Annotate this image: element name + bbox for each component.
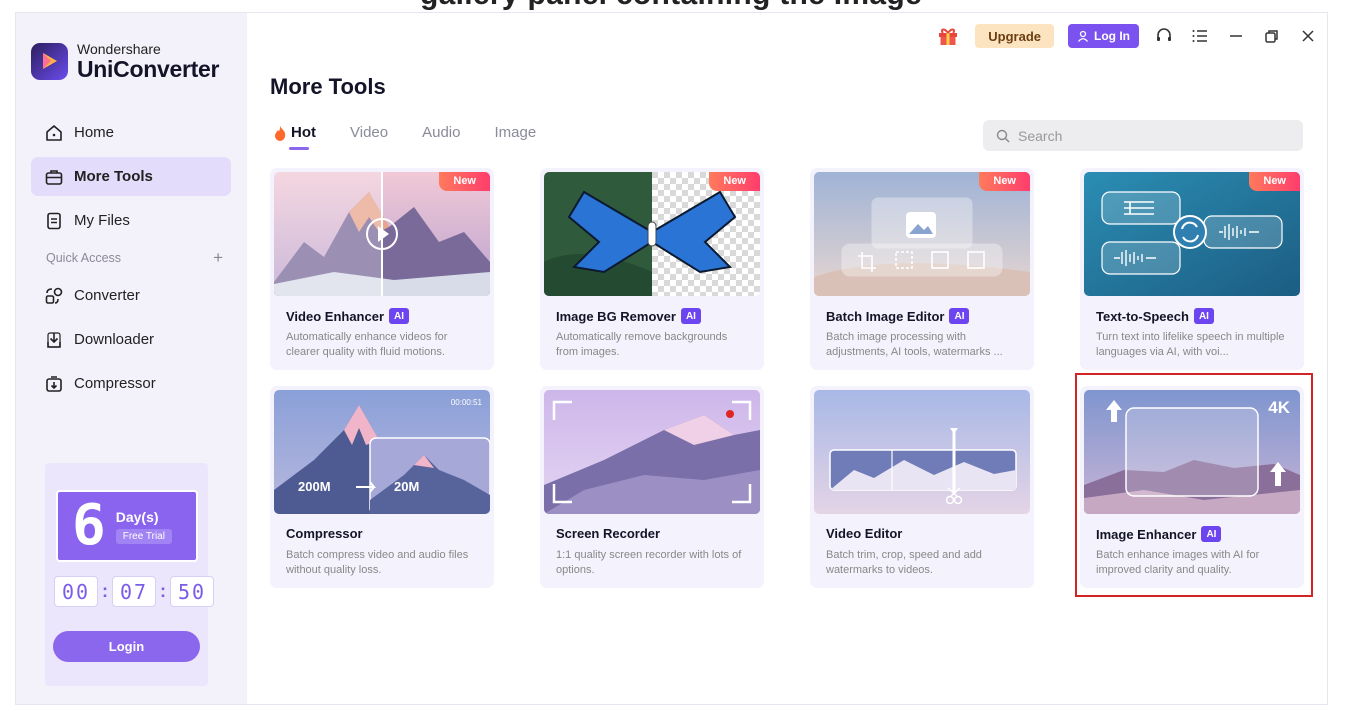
sidebar-item-label: Downloader	[74, 331, 155, 348]
sidebar: Wondershare UniConverter Home More Tools…	[16, 13, 247, 704]
sidebar-item-label: Converter	[74, 287, 140, 304]
login-label: Log In	[1094, 29, 1130, 43]
countdown-minutes: 07	[112, 576, 156, 607]
card-title: Screen Recorder	[556, 526, 661, 541]
sidebar-item-label: Compressor	[74, 375, 156, 392]
tab-image[interactable]: Image	[494, 124, 536, 141]
trial-days-label: Day(s)	[115, 508, 159, 525]
sidebar-item-more-tools[interactable]: More Tools	[31, 157, 231, 196]
quick-access-header: Quick Access +	[31, 245, 231, 271]
sidebar-item-converter[interactable]: Converter	[31, 276, 231, 315]
restore-icon[interactable]	[1261, 25, 1283, 47]
card-video-editor[interactable]: Video Editor Batch trim, crop, speed and…	[810, 386, 1034, 588]
trial-login-button[interactable]: Login	[53, 631, 200, 662]
card-description: Batch compress video and audio files wit…	[286, 549, 469, 576]
card-description: Batch trim, crop, speed and add watermar…	[826, 549, 982, 576]
gift-icon[interactable]	[935, 23, 961, 49]
compressor-icon	[46, 375, 62, 392]
new-badge: New	[1249, 172, 1300, 191]
app-window: Wondershare UniConverter Home More Tools…	[15, 12, 1328, 705]
top-caption: gallery panel containing the Image	[420, 0, 922, 12]
video-editor-thumbnail	[814, 390, 1030, 514]
card-title: Video Editor	[826, 526, 903, 541]
card-description: 1:1 quality screen recorder with lots of…	[556, 549, 742, 576]
card-batch-image-editor[interactable]: New Batch Image Editor AI Batch image pro…	[810, 168, 1034, 370]
file-icon	[47, 212, 61, 229]
card-title: Compressor	[286, 526, 363, 541]
add-quick-access-button[interactable]: +	[213, 248, 223, 268]
page-title: More Tools	[270, 74, 386, 99]
sidebar-item-downloader[interactable]: Downloader	[31, 320, 231, 359]
new-badge: New	[439, 172, 490, 191]
sidebar-item-label: My Files	[74, 212, 130, 229]
trial-days-number: 6	[72, 493, 106, 558]
sidebar-item-home[interactable]: Home	[31, 113, 231, 152]
downloader-icon	[47, 331, 61, 348]
card-title: Image BG Remover	[556, 308, 676, 324]
card-image-bg-remover[interactable]: New Image BG Remover AI Automatically rem…	[540, 168, 764, 370]
ai-badge: AI	[389, 308, 410, 324]
card-description: Batch image processing with adjustments,…	[826, 331, 1003, 358]
ai-badge: AI	[1193, 308, 1214, 324]
brand-company: Wondershare	[77, 41, 161, 57]
card-title: Video Enhancer	[286, 308, 385, 324]
user-icon	[1077, 30, 1089, 42]
search-placeholder: Search	[1018, 127, 1063, 144]
card-description: Automatically remove backgrounds from im…	[556, 331, 728, 358]
trial-panel: 6 Day(s) Free Trial 00 : 07 : 50 Login	[45, 463, 214, 686]
card-video-enhancer[interactable]: New Video Enhancer AI Automatically enhan…	[270, 168, 494, 370]
menu-list-icon[interactable]	[1189, 25, 1211, 47]
ai-badge: AI	[949, 308, 970, 324]
tab-video[interactable]: Video	[350, 124, 388, 141]
brand: Wondershare UniConverter	[31, 41, 219, 81]
trial-days-box: 6 Day(s) Free Trial	[56, 490, 198, 562]
sidebar-item-compressor[interactable]: Compressor	[31, 364, 231, 403]
flame-icon	[275, 125, 286, 141]
card-screen-recorder[interactable]: Screen Recorder 1:1 quality screen recor…	[540, 386, 764, 588]
card-compressor[interactable]: 200M 20M 00:00:51 Compressor Batch compr…	[270, 386, 494, 588]
close-icon[interactable]	[1297, 25, 1319, 47]
tab-hot[interactable]: Hot	[273, 124, 316, 150]
uniconverter-logo-icon	[31, 42, 68, 80]
free-trial-badge: Free Trial	[115, 528, 172, 544]
new-badge: New	[979, 172, 1030, 191]
minimize-icon[interactable]	[1225, 25, 1247, 47]
trial-countdown: 00 : 07 : 50	[54, 576, 214, 607]
login-button[interactable]: Log In	[1068, 24, 1139, 48]
category-tabs: Hot Video Audio Image	[273, 124, 536, 150]
headset-icon[interactable]	[1153, 25, 1175, 47]
search-icon	[996, 129, 1010, 142]
card-text-to-speech[interactable]: New Text-to-Speech AI Turn text into life…	[1080, 168, 1304, 370]
search-input[interactable]: Search	[983, 120, 1303, 151]
card-title: Batch Image Editor	[826, 308, 945, 324]
title-bar: Upgrade Log In	[935, 23, 1319, 49]
sidebar-item-label: Home	[74, 124, 115, 141]
brand-product: UniConverter	[77, 56, 220, 82]
compressor-original-size: 200M	[298, 479, 331, 494]
converter-icon	[45, 287, 63, 304]
countdown-seconds: 50	[170, 576, 214, 607]
screen-recorder-thumbnail	[544, 390, 760, 514]
card-description: Automatically enhance videos for clearer…	[286, 331, 448, 358]
countdown-hours: 00	[54, 576, 98, 607]
sidebar-item-label: More Tools	[74, 168, 153, 185]
sidebar-item-my-files[interactable]: My Files	[31, 201, 231, 240]
compressor-thumbnail: 200M 20M 00:00:51	[274, 390, 490, 514]
home-icon	[46, 124, 62, 141]
quick-access-label: Quick Access	[46, 251, 122, 265]
toolbox-icon	[45, 169, 63, 185]
selection-highlight-box	[1075, 373, 1313, 597]
card-title: Text-to-Speech	[1096, 308, 1189, 324]
compressor-compressed-size: 20M	[394, 479, 420, 494]
card-description: Turn text into lifelike speech in multip…	[1096, 331, 1285, 358]
ai-badge: AI	[680, 308, 701, 324]
sidebar-nav: Home More Tools My Files Quick Access + …	[31, 113, 231, 408]
compressor-video-duration: 00:00:51	[450, 398, 482, 407]
new-badge: New	[709, 172, 760, 191]
upgrade-button[interactable]: Upgrade	[975, 24, 1054, 48]
tab-audio[interactable]: Audio	[422, 124, 460, 141]
